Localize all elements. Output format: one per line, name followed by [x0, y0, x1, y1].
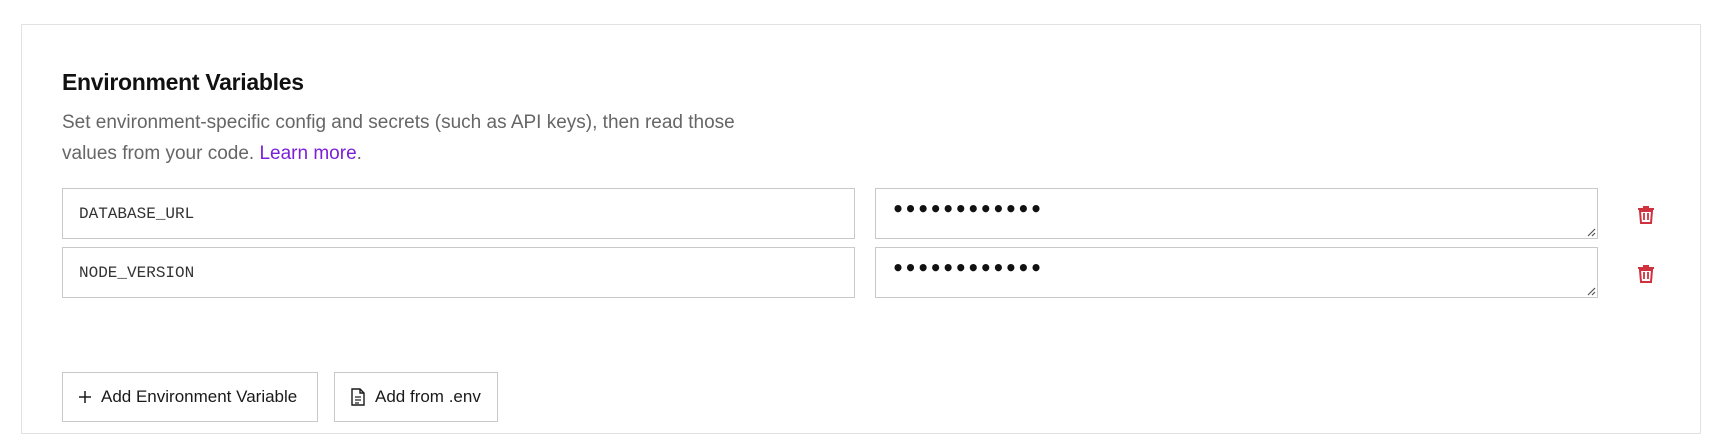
masked-value: ••••••••••••: [892, 197, 1043, 221]
add-from-env-button[interactable]: Add from .env: [334, 372, 498, 422]
env-key-input[interactable]: [62, 188, 855, 239]
env-var-row: ••••••••••••: [62, 188, 1662, 239]
env-value-input[interactable]: ••••••••••••: [875, 188, 1598, 239]
env-var-row: ••••••••••••: [62, 247, 1662, 298]
resize-handle-icon[interactable]: [1586, 227, 1596, 237]
plus-icon: [79, 391, 91, 403]
delete-variable-button[interactable]: [1633, 201, 1659, 227]
delete-variable-button[interactable]: [1633, 260, 1659, 286]
description-period: .: [356, 143, 362, 164]
learn-more-link[interactable]: Learn more: [259, 143, 356, 164]
add-environment-variable-button[interactable]: Add Environment Variable: [62, 372, 318, 422]
env-key-input[interactable]: [62, 247, 855, 298]
resize-handle-icon[interactable]: [1586, 286, 1596, 296]
add-variable-label: Add Environment Variable: [101, 387, 298, 406]
trash-icon: [1638, 265, 1654, 283]
masked-value: ••••••••••••: [892, 256, 1043, 280]
environment-variables-card: Environment Variables Set environment-sp…: [21, 24, 1701, 434]
section-description: Set environment-specific config and secr…: [62, 107, 782, 169]
add-from-env-label: Add from .env: [375, 387, 481, 406]
description-text: Set environment-specific config and secr…: [62, 112, 735, 164]
env-value-input[interactable]: ••••••••••••: [875, 247, 1598, 298]
section-title: Environment Variables: [62, 69, 304, 95]
file-icon: [351, 388, 365, 406]
trash-icon: [1638, 206, 1654, 224]
